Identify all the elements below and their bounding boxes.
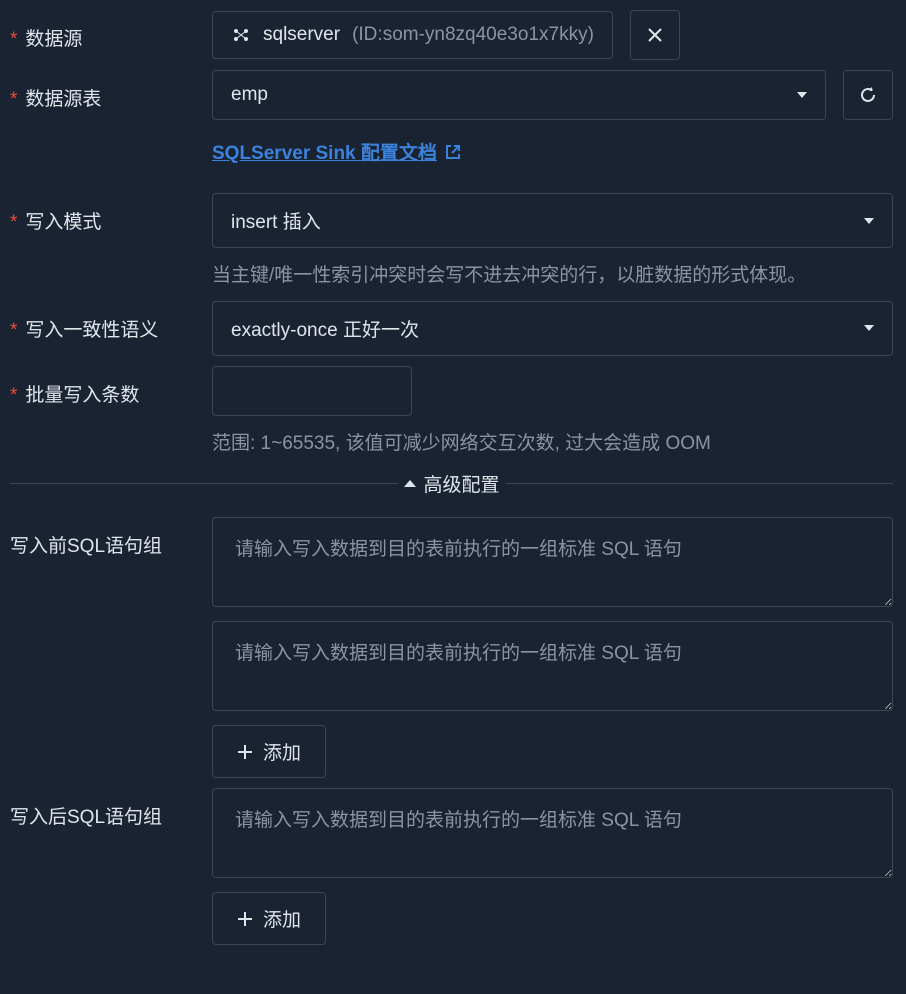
refresh-icon: [858, 85, 878, 105]
table-select[interactable]: emp: [212, 70, 826, 120]
consistency-row: 写入一致性语义 exactly-once 正好一次: [10, 301, 893, 356]
chevron-down-icon: [797, 92, 807, 98]
write-mode-label: 写入模式: [10, 193, 212, 234]
write-mode-help: 当主键/唯一性索引冲突时会写不进去冲突的行，以脏数据的形式体现。: [212, 262, 893, 291]
advanced-toggle[interactable]: 高级配置: [398, 470, 506, 497]
write-mode-row: 写入模式 insert 插入 当主键/唯一性索引冲突时会写不进去冲突的行，以脏数…: [10, 193, 893, 291]
doc-link[interactable]: SQLServer Sink 配置文档: [212, 138, 893, 165]
pre-sql-label: 写入前SQL语句组: [10, 517, 212, 558]
consistency-value: exactly-once 正好一次: [231, 315, 419, 342]
datasource-label: 数据源: [10, 10, 212, 51]
post-sql-add-button[interactable]: 添加: [212, 892, 326, 945]
write-mode-value: insert 插入: [231, 207, 321, 234]
pre-sql-textarea-2[interactable]: [212, 621, 893, 711]
consistency-select[interactable]: exactly-once 正好一次: [212, 301, 893, 356]
write-mode-select[interactable]: insert 插入: [212, 193, 893, 248]
close-icon: [647, 27, 663, 43]
advanced-divider: 高级配置: [10, 470, 893, 497]
pre-sql-row: 写入前SQL语句组 添加: [10, 517, 893, 778]
batch-count-label: 批量写入条数: [10, 366, 212, 407]
datasource-value-tag[interactable]: sqlserver (ID:som-yn8zq40e3o1x7kky): [212, 11, 613, 59]
table-label: 数据源表: [10, 70, 212, 111]
batch-count-input[interactable]: [212, 366, 412, 416]
batch-count-row: 批量写入条数 范围: 1~65535, 该值可减少网络交互次数, 过大会造成 O…: [10, 366, 893, 459]
datasource-name: sqlserver: [263, 24, 340, 46]
chevron-down-icon: [864, 218, 874, 224]
clear-datasource-button[interactable]: [630, 10, 680, 60]
datasource-id: (ID:som-yn8zq40e3o1x7kky): [352, 24, 594, 46]
consistency-label: 写入一致性语义: [10, 301, 212, 342]
plus-icon: [237, 911, 253, 927]
post-sql-textarea-1[interactable]: [212, 788, 893, 878]
post-sql-label: 写入后SQL语句组: [10, 788, 212, 829]
post-sql-row: 写入后SQL语句组 添加: [10, 788, 893, 945]
table-value: emp: [231, 84, 268, 106]
refresh-button[interactable]: [843, 70, 893, 120]
plus-icon: [237, 744, 253, 760]
external-link-icon: [445, 144, 461, 160]
chevron-down-icon: [864, 325, 874, 331]
pre-sql-add-button[interactable]: 添加: [212, 725, 326, 778]
chevron-up-icon: [404, 480, 416, 487]
node-icon: [231, 25, 251, 45]
batch-count-help: 范围: 1~65535, 该值可减少网络交互次数, 过大会造成 OOM: [212, 430, 893, 459]
datasource-row: 数据源 sqlserver (ID:som-yn8zq40e3o1x7kky): [10, 10, 893, 60]
pre-sql-textarea-1[interactable]: [212, 517, 893, 607]
table-row: 数据源表 emp SQLServer Sink 配置文档: [10, 70, 893, 183]
